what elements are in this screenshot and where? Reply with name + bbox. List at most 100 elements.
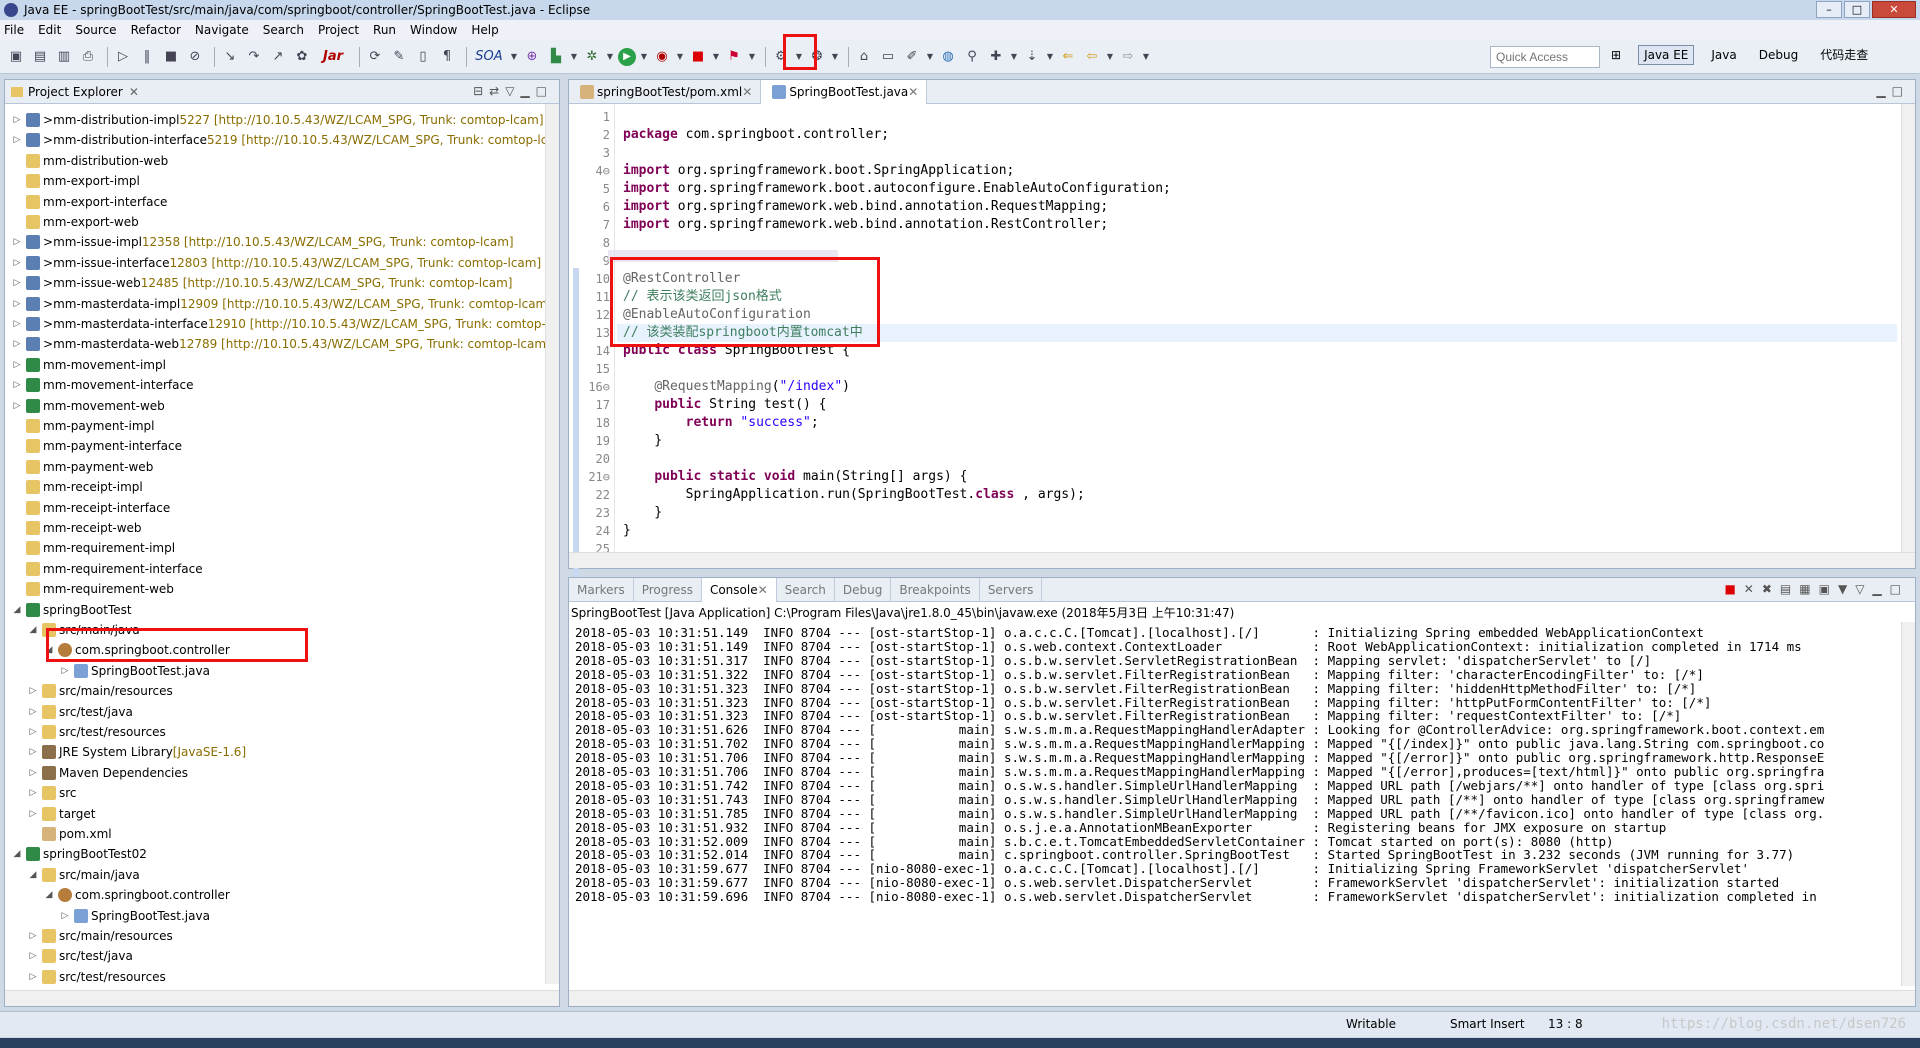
expand-toggle-icon[interactable]: ▷ (27, 747, 39, 757)
last-edit-icon[interactable]: ⇐ (1058, 47, 1078, 67)
debug-icon[interactable]: ✲ (582, 47, 602, 67)
console-view-tab[interactable]: Servers (980, 577, 1043, 602)
open-folder-icon[interactable]: ▭ (878, 47, 898, 67)
editor-tab[interactable]: SpringBootTest.java ✕ (761, 79, 928, 104)
paragraph-icon[interactable]: ¶ (437, 47, 457, 67)
tree-item[interactable]: pom.xml (27, 824, 112, 844)
remove-all-icon[interactable]: ✖ (1762, 582, 1780, 596)
expand-toggle-icon[interactable]: ▷ (11, 360, 23, 370)
expand-toggle-icon[interactable]: ▷ (27, 931, 39, 941)
console-horizontal-scrollbar[interactable] (569, 990, 1915, 1006)
suspend-icon[interactable]: ‖ (137, 47, 157, 67)
close-tab-icon[interactable]: ✕ (742, 85, 752, 99)
tree-item[interactable]: ▷ src/main/resources (27, 681, 173, 701)
server-icon[interactable]: ▙ (546, 47, 566, 67)
close-tab-icon[interactable]: ✕ (908, 85, 918, 99)
run-icon[interactable]: ▶ (618, 47, 636, 66)
expand-toggle-icon[interactable]: ▷ (27, 951, 39, 961)
tree-item[interactable]: ◢ springBootTest (11, 600, 132, 620)
expand-toggle-icon[interactable]: ▷ (11, 299, 23, 309)
menu-item[interactable]: Run (373, 23, 396, 37)
new-icon[interactable]: ▣ (6, 47, 26, 67)
tree-item[interactable]: mm-export-web (11, 212, 139, 232)
tree-item[interactable]: ▷ > mm-issue-interface 12803 [http://10.1… (11, 253, 541, 273)
next-annotation-icon[interactable]: ⇣ (1022, 47, 1042, 67)
tree-item[interactable]: ▷ > mm-issue-web 12485 [http://10.10.5.43… (11, 273, 512, 293)
menu-item[interactable]: Project (318, 23, 359, 37)
tree-item[interactable]: mm-receipt-impl (11, 477, 143, 497)
expand-toggle-icon[interactable]: ▷ (27, 707, 39, 717)
maximize-view-icon[interactable]: □ (1892, 84, 1909, 98)
external-tools-dropdown-icon[interactable]: ▼ (748, 47, 756, 67)
external-tools-icon[interactable]: ⚑ (724, 47, 744, 67)
minimize-view-icon[interactable]: ▁ (1876, 84, 1891, 98)
terminate-icon[interactable]: ■ (1724, 582, 1743, 596)
web-services-icon[interactable]: ❂ (807, 47, 827, 67)
tree-item[interactable]: ▷ src/test/resources (27, 722, 166, 742)
toggle-mark-icon[interactable]: ✎ (389, 47, 409, 67)
expand-toggle-icon[interactable]: ▷ (11, 319, 23, 329)
console-view-tab[interactable]: Progress (634, 577, 702, 602)
debug-dropdown-icon[interactable]: ▼ (606, 47, 614, 67)
expand-toggle-icon[interactable]: ▷ (27, 972, 39, 982)
tree-item[interactable]: mm-requirement-web (11, 579, 174, 599)
tree-item[interactable]: ◢ com.springboot.controller (43, 640, 230, 660)
tree-item[interactable]: ▷ > mm-distribution-interface 5219 [http:… (11, 130, 551, 150)
minimize-button[interactable]: – (1816, 1, 1842, 18)
close-view-icon[interactable]: ✕ (129, 85, 139, 99)
new-class-icon[interactable]: ⊕ (522, 47, 542, 67)
tree-item[interactable]: ◢ src/main/java (27, 620, 140, 640)
expand-toggle-icon[interactable]: ▷ (27, 727, 39, 737)
expand-toggle-icon[interactable]: ▷ (27, 768, 39, 778)
tree-item[interactable]: ◢ springBootTest02 (11, 844, 147, 864)
tree-item[interactable]: mm-distribution-web (11, 151, 168, 171)
tree-item[interactable]: ◢ src/main/java (27, 865, 140, 885)
collapse-all-icon[interactable]: ⊟ (473, 84, 489, 98)
console-output[interactable]: 2018-05-03 10:31:51.149 INFO 8704 --- [o… (571, 624, 1899, 986)
settings-icon[interactable]: ⚙ (771, 47, 791, 67)
run-dropdown-icon[interactable]: ▼ (640, 47, 648, 67)
tree-item[interactable]: mm-requirement-interface (11, 559, 203, 579)
word-wrap-icon[interactable]: ▦ (1799, 582, 1818, 596)
soa-button[interactable]: SOA (472, 47, 506, 67)
display-console-icon[interactable]: ▼ (1838, 582, 1855, 596)
close-button[interactable]: ✕ (1872, 1, 1916, 18)
annotation-dropdown-icon[interactable]: ▼ (1010, 47, 1018, 67)
close-tab-icon[interactable]: ✕ (758, 583, 768, 597)
menu-item[interactable]: File (4, 23, 24, 37)
tree-item[interactable]: ▷ mm-movement-web (11, 396, 165, 416)
tree-item[interactable]: ▷ target (27, 804, 96, 824)
tree-item[interactable]: mm-export-impl (11, 171, 140, 191)
tree-item[interactable]: ▷ > mm-issue-impl 12358 [http://10.10.5.4… (11, 232, 514, 252)
expand-toggle-icon[interactable]: ▷ (27, 788, 39, 798)
back-icon[interactable]: ⇦ (1082, 47, 1102, 67)
scroll-lock-icon[interactable]: ▤ (1780, 582, 1799, 596)
console-view-tab[interactable]: Markers (569, 577, 634, 602)
step-over-icon[interactable]: ↷ (244, 47, 264, 67)
editor-vertical-scrollbar[interactable] (1901, 104, 1915, 554)
coverage-dropdown-icon[interactable]: ▼ (676, 47, 684, 67)
tree-item[interactable]: ▷ SpringBootTest.java (59, 906, 210, 926)
open-type-icon[interactable]: ⌂ (854, 47, 874, 67)
tree-item[interactable]: ▷ src/test/java (27, 946, 133, 966)
resume-icon[interactable]: ▷ (113, 47, 133, 67)
step-return-icon[interactable]: ↗ (268, 47, 288, 67)
expand-toggle-icon[interactable]: ▷ (11, 278, 23, 288)
expand-toggle-icon[interactable]: ◢ (11, 849, 23, 859)
menu-item[interactable]: Refactor (131, 23, 181, 37)
console-view-tab[interactable]: Console ✕ (701, 577, 777, 602)
print-icon[interactable]: ⎙ (78, 47, 98, 67)
settings-dropdown-icon[interactable]: ▼ (795, 47, 803, 67)
expand-toggle-icon[interactable]: ◢ (27, 870, 39, 880)
tree-item[interactable]: ▷ > mm-masterdata-impl 12909 [http://10.1… (11, 294, 551, 314)
perspective-button[interactable]: 代码走查 (1815, 44, 1873, 65)
link-editor-icon[interactable]: ⇄ (489, 84, 505, 98)
tree-item[interactable]: ▷ src/test/resources (27, 967, 166, 984)
expand-toggle-icon[interactable]: ▷ (11, 115, 23, 125)
menu-item[interactable]: Search (263, 23, 304, 37)
quick-access-input[interactable] (1490, 46, 1600, 68)
step-into-icon[interactable]: ↘ (220, 47, 240, 67)
server-dropdown-icon[interactable]: ▼ (570, 47, 578, 67)
expand-toggle-icon[interactable]: ▷ (11, 380, 23, 390)
back-dropdown-icon[interactable]: ▼ (1106, 47, 1114, 67)
